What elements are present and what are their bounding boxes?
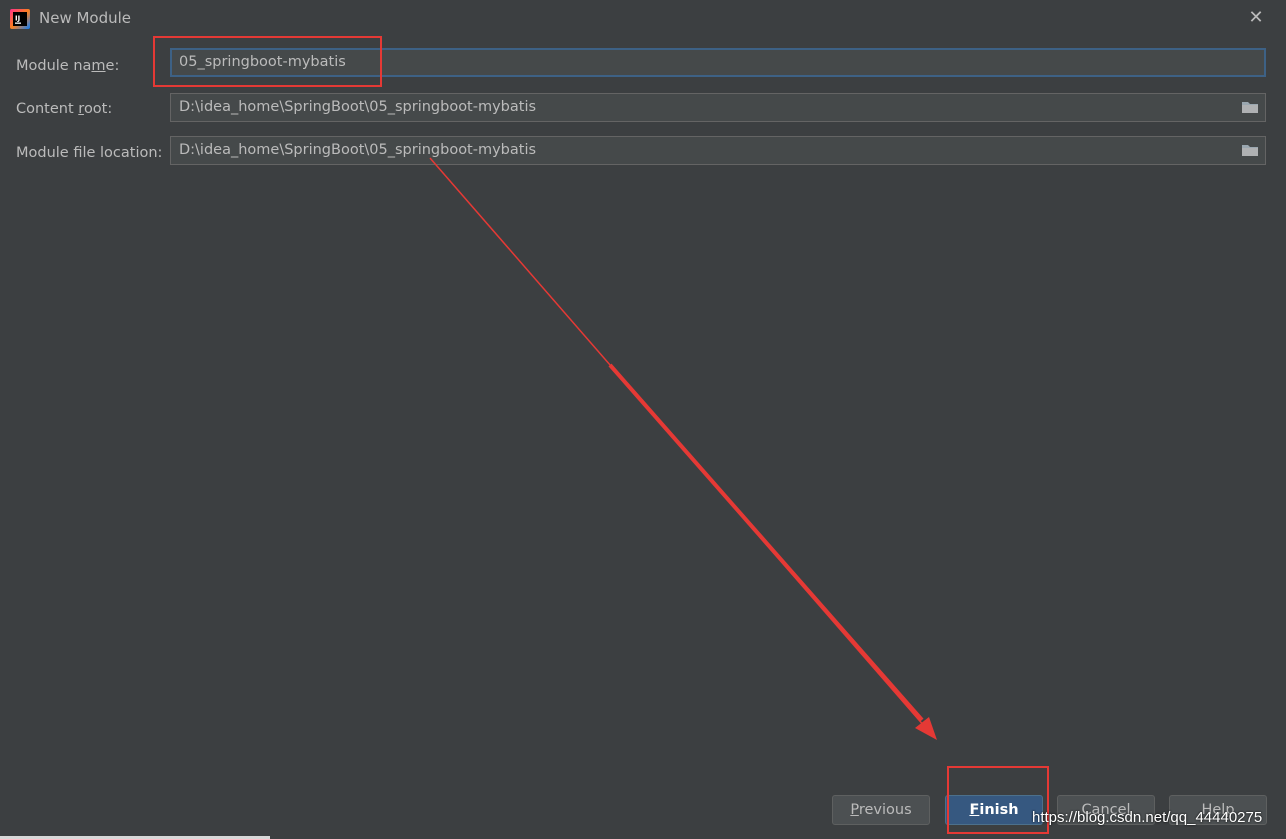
finish-button[interactable]: Finish [945,795,1043,825]
content-root-input[interactable]: D:\idea_home\SpringBoot\05_springboot-my… [170,93,1266,122]
annotation-arrow-thick-line [608,363,924,722]
module-name-value: 05_springboot-mybatis [179,54,346,70]
annotation-arrow [429,157,937,740]
close-icon[interactable]: ✕ [1244,6,1268,30]
folder-icon[interactable] [1241,99,1259,115]
folder-icon[interactable] [1241,142,1259,158]
title-bar: IJ New Module ✕ [0,0,1286,36]
content-root-label: Content root: [16,101,113,117]
module-name-input[interactable]: 05_springboot-mybatis [170,48,1266,77]
svg-text:IJ: IJ [15,15,20,23]
annotation-arrow-thin-line [429,157,926,728]
intellij-idea-icon: IJ [10,9,30,29]
module-file-location-value: D:\idea_home\SpringBoot\05_springboot-my… [179,142,537,158]
content-root-value: D:\idea_home\SpringBoot\05_springboot-my… [179,99,537,115]
previous-button[interactable]: Previous [832,795,930,825]
module-name-label: Module name: [16,58,120,74]
module-file-location-label: Module file location: [16,145,163,161]
watermark-text: https://blog.csdn.net/qq_44440275 [1032,809,1263,826]
module-file-location-input[interactable]: D:\idea_home\SpringBoot\05_springboot-my… [170,136,1266,165]
window-title: New Module [39,9,132,27]
annotation-arrow-head [915,717,937,740]
